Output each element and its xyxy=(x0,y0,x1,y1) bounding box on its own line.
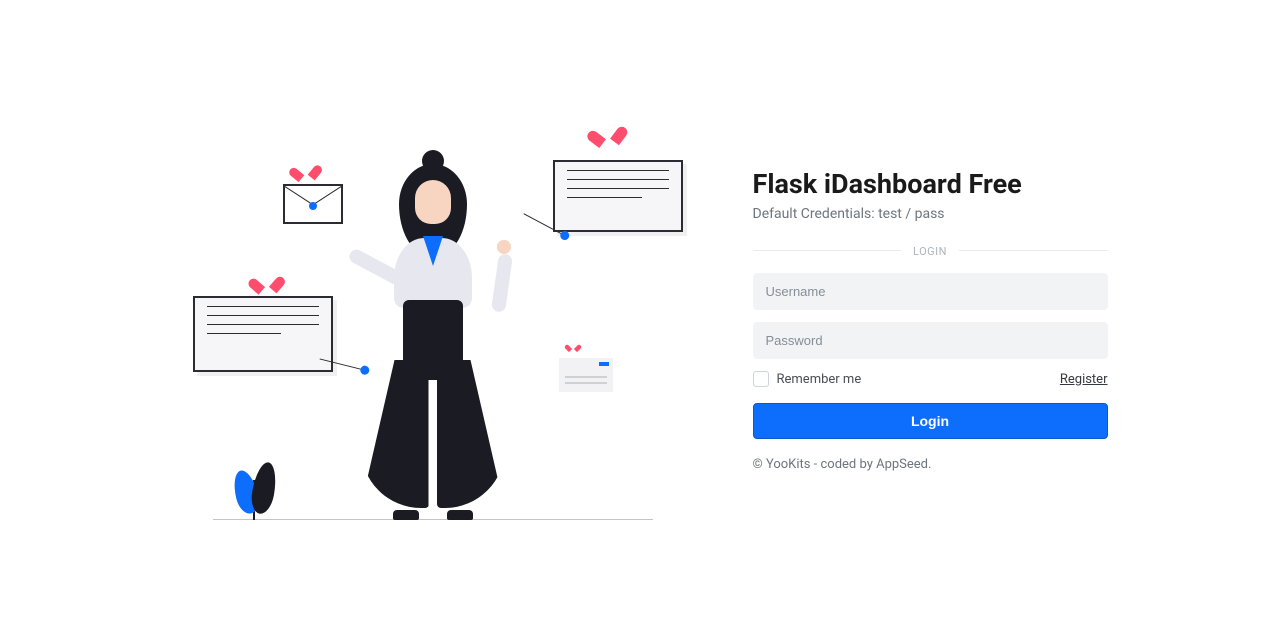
section-divider: LOGIN xyxy=(753,240,1108,259)
card-icon xyxy=(559,358,613,392)
password-input[interactable] xyxy=(753,322,1108,359)
page-title: Flask iDashboard Free xyxy=(753,168,1108,200)
speech-bubble-icon xyxy=(553,160,683,232)
person-illustration xyxy=(333,150,533,520)
remember-me-group: Remember me xyxy=(753,371,862,387)
divider-label: LOGIN xyxy=(901,245,959,258)
login-illustration xyxy=(173,120,693,520)
username-input[interactable] xyxy=(753,273,1108,310)
heart-icon xyxy=(568,345,577,353)
heart-icon xyxy=(296,166,316,184)
footer-text: © YooKits - coded by AppSeed. xyxy=(753,457,1108,472)
heart-icon xyxy=(256,277,277,296)
register-link[interactable]: Register xyxy=(1060,372,1108,387)
credentials-hint: Default Credentials: test / pass xyxy=(753,206,1108,222)
remember-me-checkbox[interactable] xyxy=(753,371,769,387)
speech-bubble-icon xyxy=(193,296,333,372)
login-button[interactable]: Login xyxy=(753,403,1108,439)
heart-icon xyxy=(595,128,620,151)
login-form: Flask iDashboard Free Default Credential… xyxy=(753,168,1108,472)
remember-me-label: Remember me xyxy=(777,372,862,387)
